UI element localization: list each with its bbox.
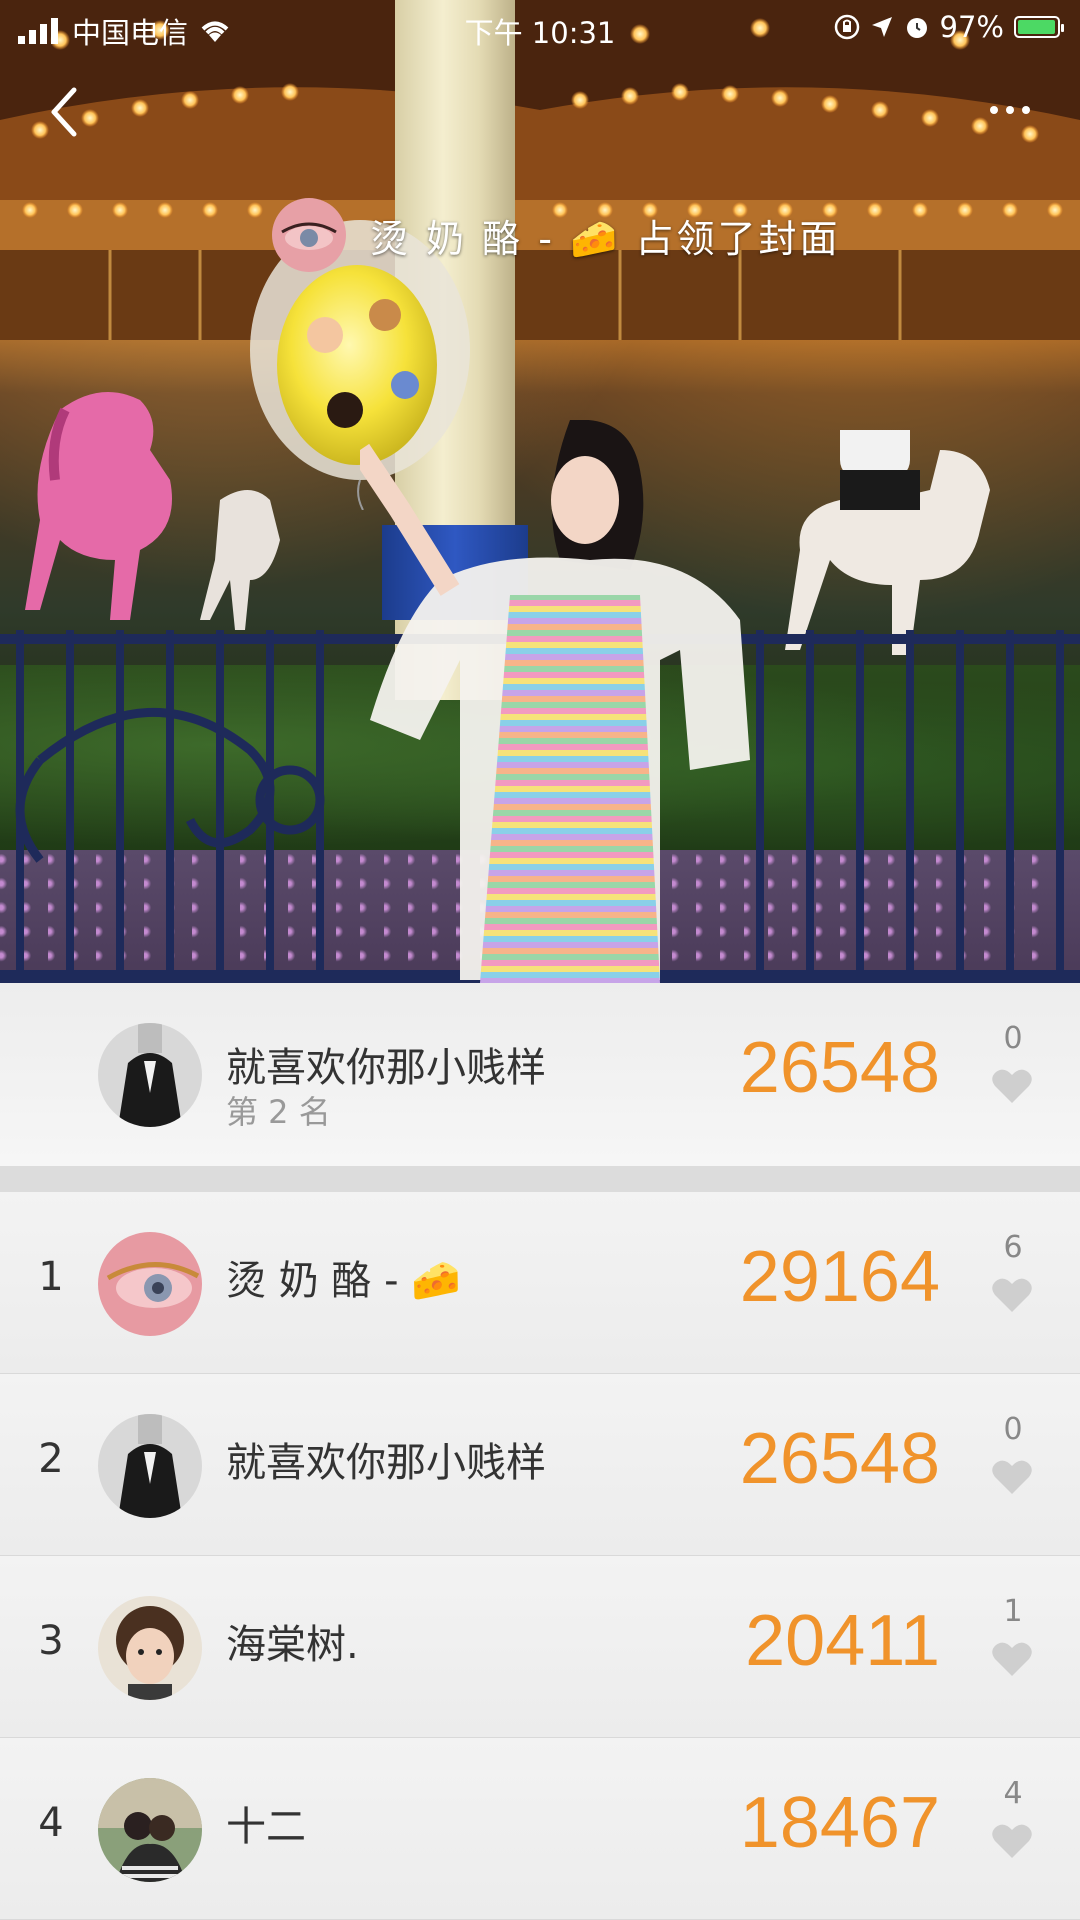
- heart-icon[interactable]: [991, 1067, 1033, 1105]
- player-score: 26548: [739, 1419, 940, 1499]
- avatar[interactable]: [98, 1414, 202, 1518]
- cover-owner-avatar[interactable]: [272, 198, 346, 272]
- avatar[interactable]: [98, 1023, 202, 1127]
- like-count: 0: [1003, 1412, 1023, 1447]
- player-name: 海棠树.: [226, 1622, 359, 1668]
- more-button[interactable]: [980, 92, 1040, 128]
- my-rank-position: 第 2 名: [226, 1093, 331, 1131]
- ranking-row-2[interactable]: 2 就喜欢你那小贱样 26548 0: [0, 1374, 1080, 1556]
- player-score: 29164: [739, 1237, 940, 1317]
- player-name: 就喜欢你那小贱样: [226, 1440, 546, 1486]
- battery-fill: [1018, 20, 1055, 34]
- heart-icon[interactable]: [991, 1640, 1033, 1678]
- status-time: 下午 10:31: [464, 16, 616, 50]
- like-count: 6: [1003, 1230, 1023, 1265]
- player-score: 18467: [739, 1783, 940, 1863]
- my-rank-name: 就喜欢你那小贱样: [226, 1045, 546, 1091]
- cover-photo[interactable]: 中国电信 下午 10:31 97% 烫 奶 酪 - 🧀 占领了封面: [0, 0, 1080, 983]
- white-horse-rider: [785, 430, 990, 655]
- status-bar: 中国电信 下午 10:31 97%: [0, 0, 1080, 56]
- my-rank-row[interactable]: 就喜欢你那小贱样 第 2 名 26548 0: [0, 983, 1080, 1166]
- girl-in-striped-dress: [360, 420, 750, 983]
- player-score: 20411: [745, 1601, 940, 1681]
- avatar[interactable]: [98, 1232, 202, 1336]
- cover-owner-suffix: 占领了封面: [635, 216, 841, 261]
- my-rank-score: 26548: [739, 1028, 940, 1108]
- ranking-list: 1 烫 奶 酪 - 🧀 29164 6 2 就喜欢你那小贱样 26548 0 3…: [0, 1192, 1080, 1920]
- player-name: 烫 奶 酪 -: [226, 1258, 399, 1304]
- cover-owner-name: 烫 奶 酪 -: [370, 216, 555, 261]
- section-divider: [0, 1166, 1080, 1192]
- ranking-row-3[interactable]: 3 海棠树. 20411 1: [0, 1556, 1080, 1738]
- avatar[interactable]: [98, 1778, 202, 1882]
- cheese-emoji: 🧀: [570, 216, 621, 261]
- back-button[interactable]: [40, 82, 90, 142]
- ranking-row-4[interactable]: 4 十二 18467 4: [0, 1738, 1080, 1920]
- avatar[interactable]: [98, 1596, 202, 1700]
- alarm-icon: [906, 18, 927, 38]
- like-count: 4: [1003, 1776, 1023, 1811]
- heart-icon[interactable]: [991, 1822, 1033, 1860]
- rank-number: 3: [38, 1618, 64, 1664]
- heart-icon[interactable]: [991, 1458, 1033, 1496]
- ranking-row-1[interactable]: 1 烫 奶 酪 - 🧀 29164 6: [0, 1192, 1080, 1374]
- pink-horse: [25, 392, 172, 620]
- cover-owner-banner: 烫 奶 酪 - 🧀 占领了封面: [272, 198, 840, 272]
- back-chevron-icon: [51, 87, 77, 137]
- location-arrow-icon: [871, 17, 892, 37]
- my-rank-like-count: 0: [1003, 1021, 1023, 1056]
- cheese-emoji: 🧀: [411, 1258, 462, 1304]
- rotation-lock-icon: [834, 14, 859, 40]
- player-name: 十二: [226, 1804, 306, 1850]
- more-dots-icon: [990, 106, 998, 114]
- rank-number: 1: [38, 1254, 64, 1300]
- rank-number: 2: [38, 1436, 64, 1482]
- rank-number: 4: [38, 1800, 64, 1846]
- battery-percent: 97%: [939, 10, 1004, 44]
- battery-icon: [1014, 16, 1064, 38]
- heart-icon[interactable]: [991, 1276, 1033, 1314]
- like-count: 1: [1003, 1594, 1023, 1629]
